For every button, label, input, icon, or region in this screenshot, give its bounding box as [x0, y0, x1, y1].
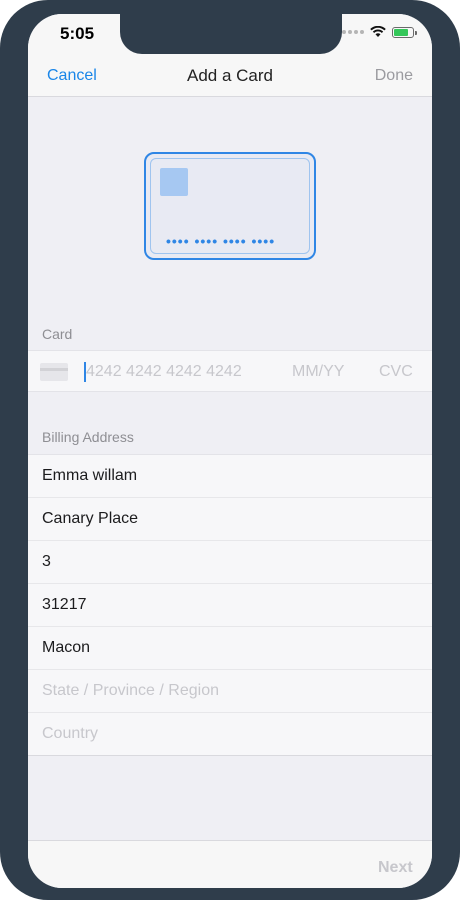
next-button[interactable]: Next — [378, 859, 413, 877]
card-section-label: Card — [42, 326, 73, 342]
name-field[interactable]: Emma willam — [28, 455, 432, 498]
billing-address-form: Emma willam Canary Place 3 31217 Macon S… — [28, 454, 432, 756]
address-line1-value[interactable]: Canary Place — [42, 510, 138, 528]
name-value[interactable]: Emma willam — [42, 467, 137, 485]
signal-icon — [342, 30, 364, 34]
done-button[interactable]: Done — [375, 67, 413, 85]
billing-section-label: Billing Address — [42, 429, 134, 445]
card-preview-illustration: •••• •••• •••• •••• — [144, 152, 316, 260]
app-screen: 5:05 Cancel Add a Card Done •••• •••• ••… — [28, 14, 432, 888]
card-preview-inner: •••• •••• •••• •••• — [150, 158, 310, 254]
card-number-mask: •••• •••• •••• •••• — [166, 233, 276, 249]
state-placeholder[interactable]: State / Province / Region — [42, 682, 219, 700]
address-line2-field[interactable]: 3 — [28, 541, 432, 584]
card-cvc-input[interactable]: CVC — [379, 363, 413, 381]
country-placeholder[interactable]: Country — [42, 725, 98, 743]
address-line1-field[interactable]: Canary Place — [28, 498, 432, 541]
city-value[interactable]: Macon — [42, 639, 90, 657]
device-frame: 5:05 Cancel Add a Card Done •••• •••• ••… — [0, 0, 460, 900]
wifi-icon — [370, 26, 386, 37]
status-bar: 5:05 — [28, 14, 432, 56]
address-line2-value[interactable]: 3 — [42, 553, 51, 571]
card-chip-icon — [160, 168, 188, 196]
state-field[interactable]: State / Province / Region — [28, 670, 432, 713]
country-field[interactable]: Country — [28, 713, 432, 756]
bottom-toolbar: Next — [28, 840, 432, 888]
card-expiry-input[interactable]: MM/YY — [292, 363, 344, 381]
city-field[interactable]: Macon — [28, 627, 432, 670]
card-input-row[interactable]: 4242 4242 4242 4242 MM/YY CVC — [28, 350, 432, 392]
credit-card-icon — [40, 363, 68, 381]
page-title: Add a Card — [187, 66, 273, 85]
device-notch — [120, 14, 342, 54]
navigation-bar: Cancel Add a Card Done — [28, 56, 432, 97]
battery-icon — [392, 26, 417, 38]
card-number-input[interactable]: 4242 4242 4242 4242 — [86, 363, 242, 381]
postal-code-field[interactable]: 31217 — [28, 584, 432, 627]
status-time: 5:05 — [60, 24, 95, 43]
postal-code-value[interactable]: 31217 — [42, 596, 87, 614]
status-icons — [342, 26, 417, 38]
